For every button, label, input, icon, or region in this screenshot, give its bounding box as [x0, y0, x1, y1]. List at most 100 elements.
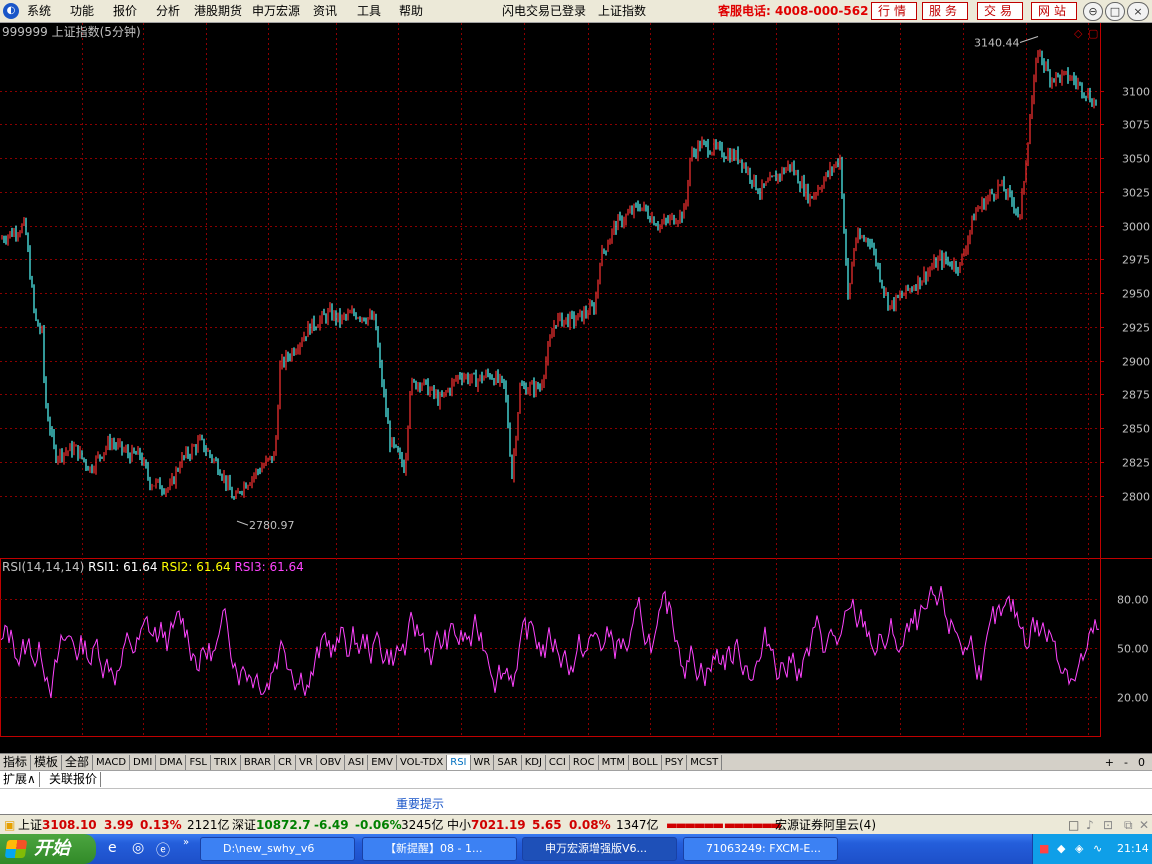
tab-psy[interactable]: PSY [662, 755, 688, 770]
tab-rsi[interactable]: RSI [447, 755, 471, 770]
browser2-icon[interactable]: ⓔ [156, 840, 170, 860]
tab-vr[interactable]: VR [296, 755, 317, 770]
price-tick-label: 2825 [1122, 457, 1150, 470]
tab-expand[interactable]: 扩展∧ [0, 772, 40, 787]
chart-svg[interactable]: 3100 3075 3050 3025 3000 2975 2950 2925 2900 2875… [0, 23, 1152, 737]
close-panel-icon[interactable]: ✕ [1139, 816, 1149, 834]
tab-obv[interactable]: OBV [317, 755, 346, 770]
zoom-in-button[interactable]: + [1105, 756, 1114, 769]
menu-swhy[interactable]: 申万宏源 [252, 3, 300, 19]
quote-button[interactable]: 行情 [871, 2, 917, 20]
menu-bar: ◐ 系统 功能 报价 分析 港股期货 申万宏源 资讯 工具 帮助 闪电交易已登录… [0, 0, 1152, 23]
clock: 21:14 [1117, 842, 1149, 855]
price-tick-label: 2900 [1122, 356, 1150, 369]
broker-server[interactable]: 宏源证券阿里云(4) [775, 816, 876, 834]
tray-wave-icon[interactable]: ∿ [1093, 834, 1102, 864]
taskbar-window-swhy[interactable]: 申万宏源增强版V6... [522, 837, 677, 861]
close-icon[interactable]: × [1127, 2, 1149, 21]
kline-chart-area[interactable]: 3100 3075 3050 3025 3000 2975 2950 2925 2900 2875… [0, 23, 1152, 737]
tab-mtm[interactable]: MTM [599, 755, 630, 770]
taskbar-window-browser[interactable]: 【新提醒】08 - 1... [362, 837, 517, 861]
tab-boll[interactable]: BOLL [629, 755, 662, 770]
service-button[interactable]: 服务 [922, 2, 968, 20]
tab-brar[interactable]: BRAR [241, 755, 276, 770]
rsi-panel-frame [0, 558, 1101, 737]
menu-system[interactable]: 系统 [27, 3, 51, 19]
tab-kdj[interactable]: KDJ [522, 755, 546, 770]
tab-dmi[interactable]: DMI [130, 755, 157, 770]
tab-asi[interactable]: ASI [345, 755, 369, 770]
price-tick-label: 2800 [1122, 491, 1150, 504]
sz-value: 10872.7 [256, 818, 311, 832]
index-ticker: ▣ 上证 3108.10 3.99 0.13% 2121亿 深证 10872.7… [0, 814, 1152, 834]
notice-bar: 重要提示 [0, 788, 1152, 814]
rsi3-value: RSI3: 61.64 [234, 560, 304, 574]
rsi1-value: RSI1: 61.64 [88, 560, 158, 574]
menu-help[interactable]: 帮助 [399, 3, 423, 19]
window-toggle-icon: ▢ [1088, 27, 1098, 40]
zx-amount: 1347亿 [616, 818, 659, 832]
tab-dma[interactable]: DMA [156, 755, 187, 770]
rsi-tick-label: 50.00 [1117, 643, 1149, 656]
network-icon[interactable]: ⧉ [1124, 816, 1133, 834]
tab-mcst[interactable]: MCST [687, 755, 723, 770]
tab-wr[interactable]: WR [471, 755, 495, 770]
price-tick-label: 3050 [1122, 153, 1150, 166]
website-button[interactable]: 网站 [1031, 2, 1077, 20]
price-tick-label: 3100 [1122, 86, 1150, 99]
hotline: 客服电话: 4008-000-562 [718, 4, 869, 18]
tab-trix[interactable]: TRIX [211, 755, 241, 770]
sz-percent: -0.06% [355, 818, 402, 832]
tab-全部[interactable]: 全部 [62, 755, 94, 770]
restore-icon[interactable]: □ [1105, 2, 1125, 21]
speaker-icon[interactable]: ♪ [1086, 816, 1094, 834]
tab-指标[interactable]: 指标 [0, 755, 32, 770]
sh-change: 3.99 [104, 818, 134, 832]
sh-value: 3108.10 [42, 818, 97, 832]
tab-sar[interactable]: SAR [494, 755, 522, 770]
browser-icon[interactable]: ◎ [132, 840, 144, 856]
trade-button[interactable]: 交易 [977, 2, 1023, 20]
taskbar-window-folder[interactable]: D:\new_swhy_v6 [200, 837, 355, 861]
expand-icon[interactable]: » [183, 837, 189, 848]
alert-icon[interactable]: ▣ [4, 816, 15, 834]
price-tick-label: 2975 [1122, 254, 1150, 267]
tab-emv[interactable]: EMV [368, 755, 397, 770]
tab-related-quote[interactable]: 关联报价 [46, 772, 102, 787]
window-icon[interactable]: □ [1068, 816, 1079, 834]
price-tick-label: 2950 [1122, 288, 1150, 301]
tab-模板[interactable]: 模板 [31, 755, 63, 770]
rsi-line [0, 585, 1100, 698]
menu-function[interactable]: 功能 [70, 3, 94, 19]
zoom-controls: + -0 [1100, 755, 1150, 770]
lock-icon[interactable]: ⊡ [1103, 816, 1113, 834]
menu-quote[interactable]: 报价 [113, 3, 137, 19]
extension-tabs: 扩展∧ 关联报价 [0, 770, 1152, 788]
tab-vol-tdx[interactable]: VOL-TDX [397, 755, 448, 770]
rsi-header: RSI(14,14,14) RSI1: 61.64 RSI2: 61.64 RS… [2, 560, 304, 574]
tray-flag-icon[interactable]: ■ [1039, 834, 1049, 864]
price-tick-label: 2875 [1122, 389, 1150, 402]
menu-info[interactable]: 资讯 [313, 3, 337, 19]
rsi2-value: RSI2: 61.64 [161, 560, 231, 574]
tab-cci[interactable]: CCI [546, 755, 570, 770]
tab-cr[interactable]: CR [275, 755, 296, 770]
tab-macd[interactable]: MACD [93, 755, 131, 770]
ie-icon[interactable]: e [108, 840, 117, 856]
zoom-out-button[interactable]: - [1124, 756, 1128, 769]
taskbar-window-fxcm[interactable]: 71063249: FXCM-E... [683, 837, 838, 861]
tray-app-icon[interactable]: ◆ [1057, 834, 1065, 864]
index-name: 上证指数 [598, 4, 647, 18]
rsi-tick-label: 20.00 [1117, 692, 1149, 705]
menu-analysis[interactable]: 分析 [156, 3, 180, 19]
menu-hk-futures[interactable]: 港股期货 [194, 3, 242, 19]
windows-logo-icon [4, 840, 28, 858]
minimize-icon[interactable]: ⊖ [1083, 2, 1103, 21]
tab-fsl[interactable]: FSL [186, 755, 211, 770]
zoom-reset-button[interactable]: 0 [1138, 756, 1145, 769]
menu-tools[interactable]: 工具 [357, 3, 381, 19]
sz-label: 深证 [232, 818, 257, 832]
tab-roc[interactable]: ROC [570, 755, 599, 770]
important-notice-link[interactable]: 重要提示 [396, 795, 444, 812]
tray-shield-icon[interactable]: ◈ [1075, 834, 1083, 864]
